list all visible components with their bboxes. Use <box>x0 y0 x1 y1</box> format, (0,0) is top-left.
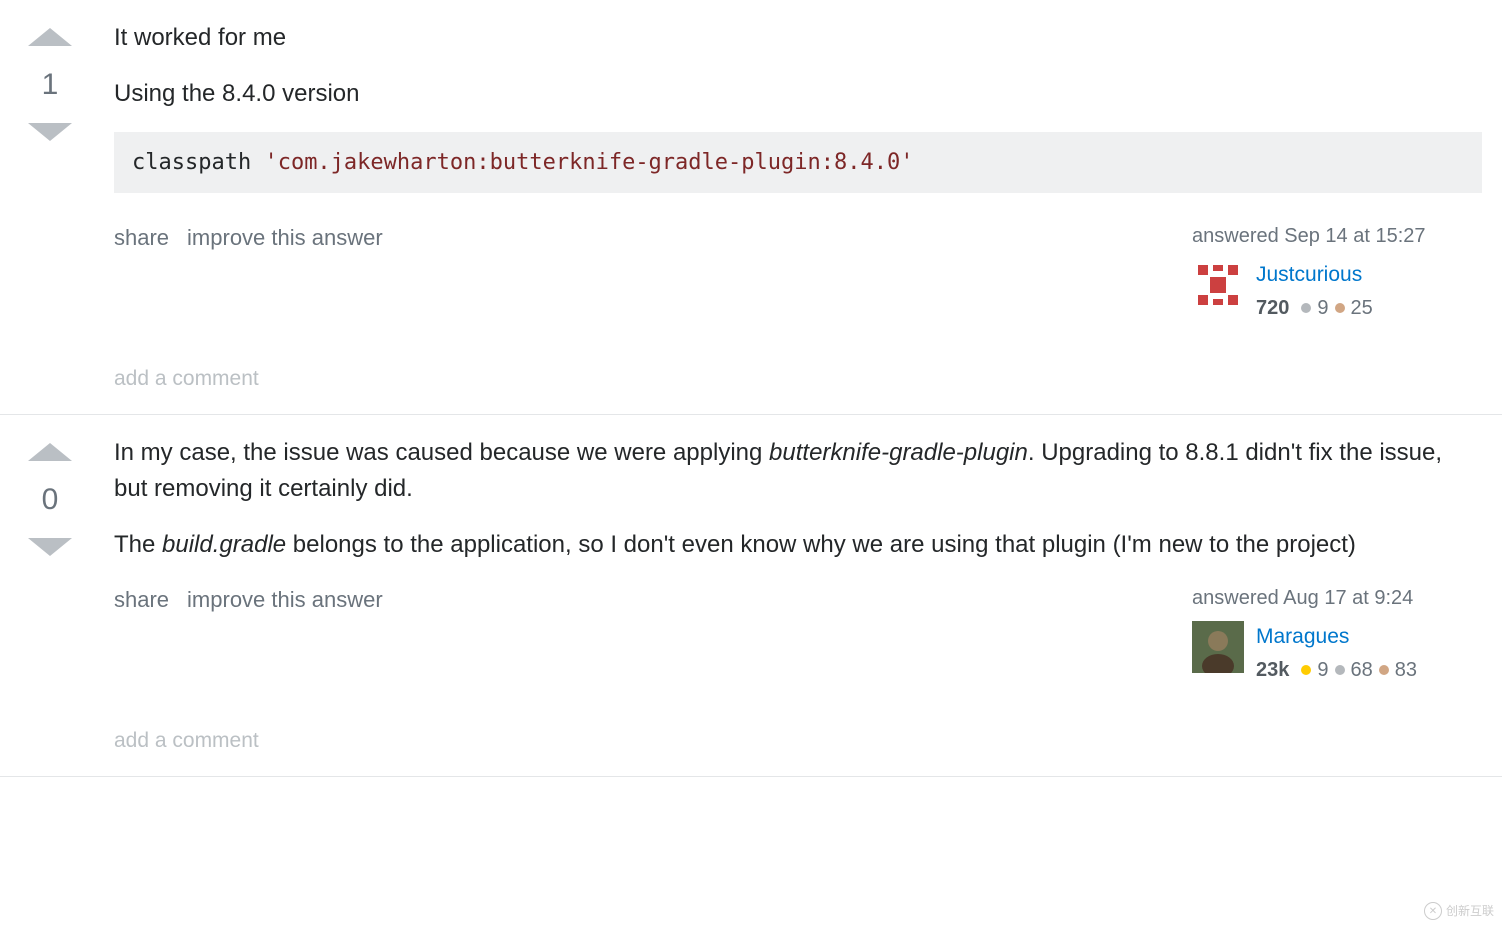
code-keyword: classpath <box>132 150 264 175</box>
upvote-icon[interactable] <box>28 443 72 461</box>
answer: 1 It worked for me Using the 8.4.0 versi… <box>0 0 1502 415</box>
reputation: 23k <box>1256 655 1289 685</box>
gold-badge-count: 9 <box>1317 655 1328 685</box>
user-card: answered Aug 17 at 9:24 Maragues 23k <box>1192 583 1482 685</box>
improve-link[interactable]: improve this answer <box>187 221 383 254</box>
vote-count: 1 <box>42 56 59 113</box>
silver-badge-icon <box>1301 303 1311 313</box>
answer-text: It worked for me Using the 8.4.0 version… <box>114 20 1482 193</box>
badges-row: 720 9 25 <box>1256 293 1373 323</box>
bronze-badge-count: 83 <box>1395 655 1417 685</box>
answer-text: In my case, the issue was caused because… <box>114 435 1482 563</box>
avatar[interactable] <box>1192 621 1244 673</box>
paragraph: In my case, the issue was caused because… <box>114 435 1482 507</box>
action-links: share improve this answer <box>114 221 383 254</box>
share-link[interactable]: share <box>114 583 169 616</box>
silver-badge-icon <box>1335 665 1345 675</box>
identicon-icon <box>1192 259 1244 311</box>
paragraph: It worked for me <box>114 20 1482 56</box>
downvote-icon[interactable] <box>28 538 72 556</box>
bronze-badge-icon <box>1379 665 1389 675</box>
vote-column: 0 <box>10 435 90 756</box>
user-row: Maragues 23k 9 68 83 <box>1192 621 1482 685</box>
code-block: classpath 'com.jakewharton:butterknife-g… <box>114 132 1482 193</box>
downvote-icon[interactable] <box>28 123 72 141</box>
gold-badge-icon <box>1301 665 1311 675</box>
upvote-icon[interactable] <box>28 28 72 46</box>
answered-label: answered Aug 17 at 9:24 <box>1192 583 1482 613</box>
avatar[interactable] <box>1192 259 1244 311</box>
bronze-badge-count: 25 <box>1351 293 1373 323</box>
action-row: share improve this answer answered Aug 1… <box>114 583 1482 685</box>
avatar-photo-icon <box>1192 621 1244 673</box>
user-row: Justcurious 720 9 25 <box>1192 259 1482 323</box>
user-name-link[interactable]: Justcurious <box>1256 259 1373 291</box>
add-comment-link[interactable]: add a comment <box>114 363 1482 395</box>
user-info: Justcurious 720 9 25 <box>1256 259 1373 323</box>
answered-label: answered Sep 14 at 15:27 <box>1192 221 1482 251</box>
reputation: 720 <box>1256 293 1289 323</box>
answer-body: It worked for me Using the 8.4.0 version… <box>90 20 1492 394</box>
paragraph: Using the 8.4.0 version <box>114 76 1482 112</box>
improve-link[interactable]: improve this answer <box>187 583 383 616</box>
answer: 0 In my case, the issue was caused becau… <box>0 415 1502 777</box>
watermark-icon: ✕ <box>1424 902 1442 920</box>
paragraph: The build.gradle belongs to the applicat… <box>114 527 1482 563</box>
silver-badge-count: 9 <box>1317 293 1328 323</box>
vote-column: 1 <box>10 20 90 394</box>
share-link[interactable]: share <box>114 221 169 254</box>
answer-body: In my case, the issue was caused because… <box>90 435 1492 756</box>
action-links: share improve this answer <box>114 583 383 616</box>
watermark-text: 创新互联 <box>1446 902 1494 920</box>
user-info: Maragues 23k 9 68 83 <box>1256 621 1417 685</box>
user-card: answered Sep 14 at 15:27 <box>1192 221 1482 323</box>
badges-row: 23k 9 68 83 <box>1256 655 1417 685</box>
action-row: share improve this answer answered Sep 1… <box>114 221 1482 323</box>
user-name-link[interactable]: Maragues <box>1256 621 1417 653</box>
bronze-badge-icon <box>1335 303 1345 313</box>
watermark: ✕ 创新互联 <box>1424 902 1494 920</box>
code-string: 'com.jakewharton:butterknife-gradle-plug… <box>264 150 913 175</box>
add-comment-link[interactable]: add a comment <box>114 725 1482 757</box>
silver-badge-count: 68 <box>1351 655 1373 685</box>
vote-count: 0 <box>42 471 59 528</box>
